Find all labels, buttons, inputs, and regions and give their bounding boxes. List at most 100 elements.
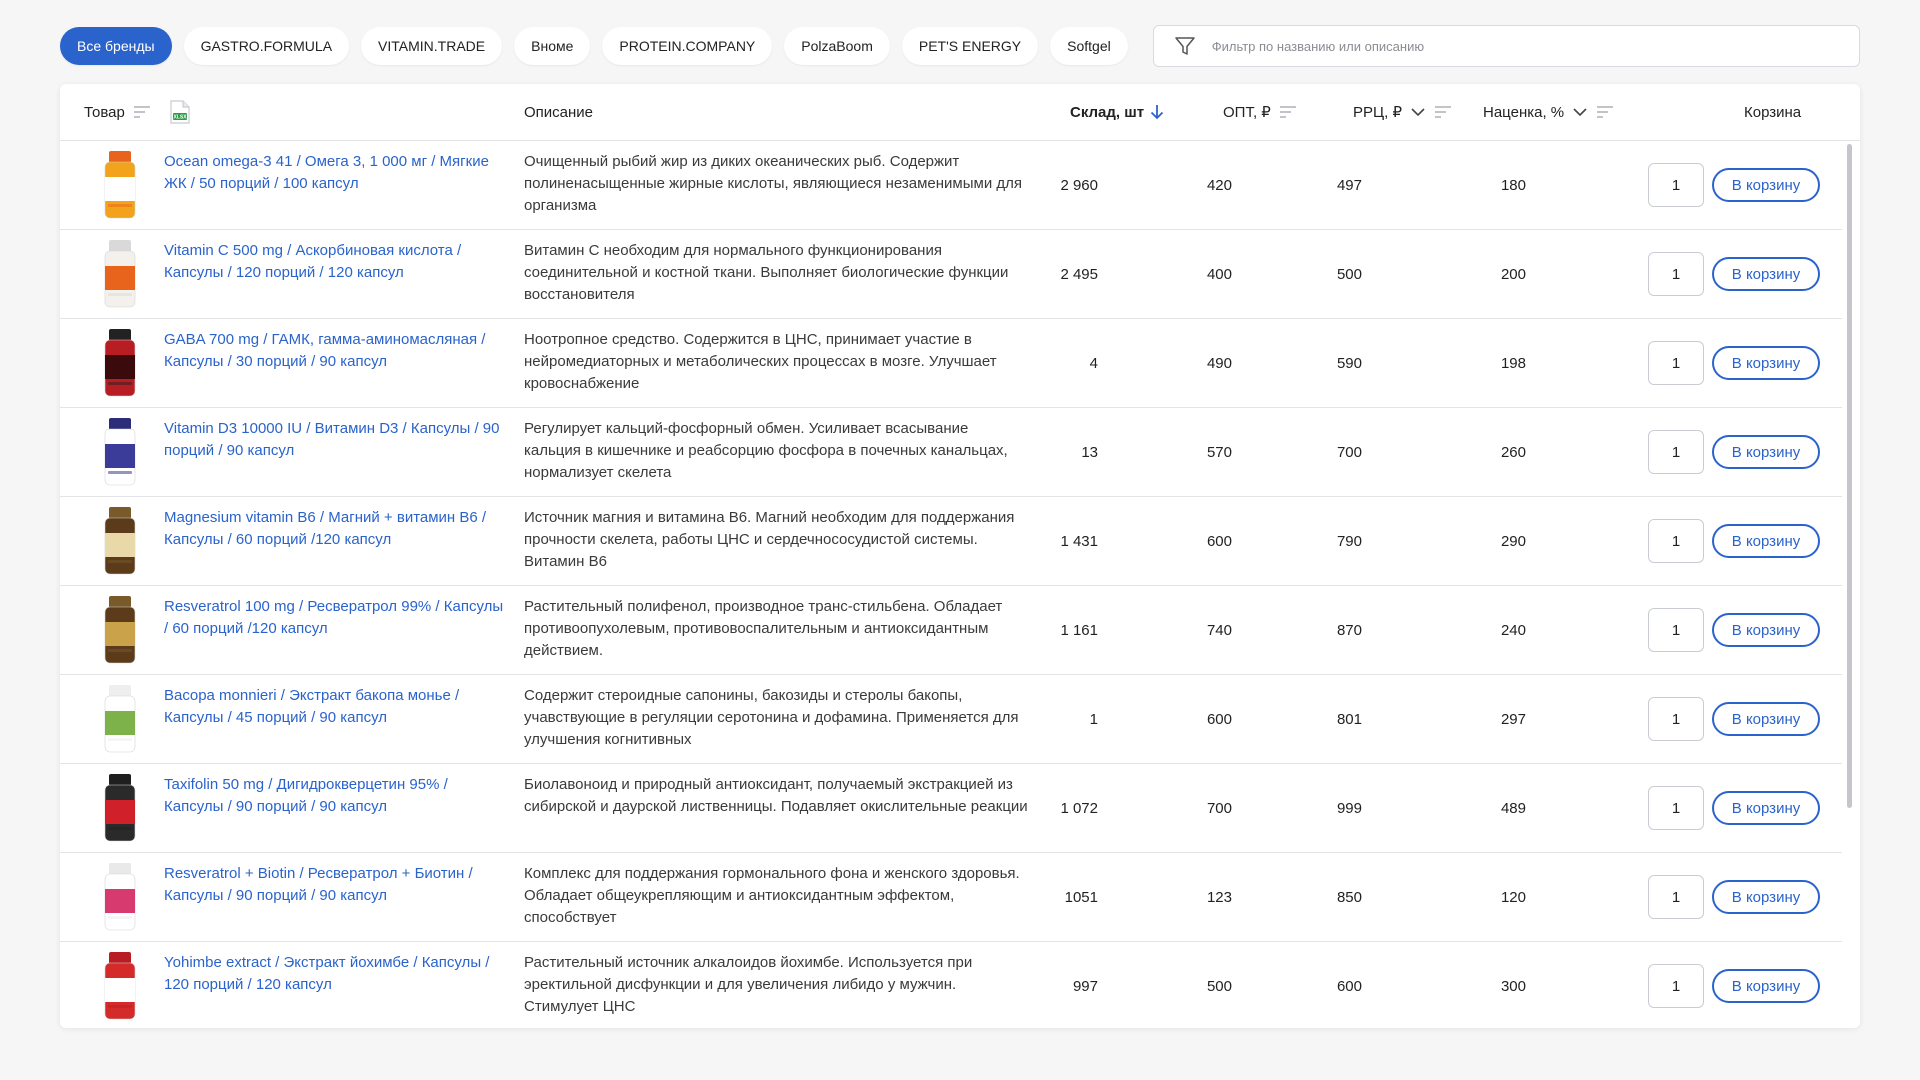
header-markup[interactable]: Наценка, % — [1483, 84, 1614, 140]
add-to-cart-button[interactable]: В корзину — [1712, 791, 1820, 825]
product-name-link[interactable]: GABA 700 mg / ГАМК, гамма-аминомасляная … — [164, 329, 509, 373]
add-to-cart-button[interactable]: В корзину — [1712, 168, 1820, 202]
header-opt[interactable]: ОПТ, ₽ — [1223, 84, 1297, 140]
product-name-link[interactable]: Taxifolin 50 mg / Дигидрокверцетин 95% /… — [164, 774, 509, 818]
quantity-input[interactable] — [1648, 964, 1704, 1008]
opt-price: 500 — [1206, 977, 1232, 995]
stock-value: 997 — [1072, 977, 1098, 995]
header-opt-label: ОПТ, ₽ — [1223, 104, 1271, 121]
markup-value: 180 — [1500, 176, 1526, 194]
add-to-cart-button[interactable]: В корзину — [1712, 880, 1820, 914]
table-row: Magnesium vitamin B6 / Магний + витамин … — [60, 497, 1842, 586]
funnel-icon — [1174, 37, 1195, 55]
add-to-cart-button[interactable]: В корзину — [1712, 346, 1820, 380]
sort-lines-icon[interactable] — [1434, 105, 1452, 119]
brand-filter-bar: Все бренды GASTRO.FORMULA VITAMIN.TRADE Вно… — [60, 24, 1860, 68]
scrollbar[interactable] — [1844, 142, 1854, 1026]
table-row: Bacopa monnieri / Экстракт бакопа монье … — [60, 675, 1842, 764]
markup-value: 240 — [1500, 621, 1526, 639]
quantity-input[interactable] — [1648, 163, 1704, 207]
markup-value: 300 — [1500, 977, 1526, 995]
header-rrc[interactable]: РРЦ, ₽ — [1353, 84, 1452, 140]
markup-value: 198 — [1500, 354, 1526, 372]
yohimbe-bottle-icon — [104, 952, 136, 1020]
opt-price: 600 — [1206, 710, 1232, 728]
brand-chip[interactable]: VITAMIN.TRADE — [361, 27, 503, 65]
header-product[interactable]: Товар XLSX — [84, 84, 191, 140]
product-name-link[interactable]: Resveratrol + Biotin / Ресвератрол + Био… — [164, 863, 509, 907]
brand-chip[interactable]: PolzaBoom — [784, 27, 890, 65]
quantity-input[interactable] — [1648, 608, 1704, 652]
product-name-link[interactable]: Bacopa monnieri / Экстракт бакопа монье … — [164, 685, 509, 729]
product-name-link[interactable]: Ocean omega-3 41 / Омега 3, 1 000 мг / М… — [164, 151, 509, 195]
product-name-link[interactable]: Magnesium vitamin B6 / Магний + витамин … — [164, 507, 509, 551]
product-name-link[interactable]: Vitamin C 500 mg / Аскорбиновая кислота … — [164, 240, 509, 284]
sort-lines-icon[interactable] — [1279, 105, 1297, 119]
vitamin-c-bottle-icon — [104, 240, 136, 308]
sort-lines-icon[interactable] — [1596, 105, 1614, 119]
product-name-link[interactable]: Yohimbe extract / Экстракт йохимбе / Кап… — [164, 952, 509, 996]
product-name-link[interactable]: Vitamin D3 10000 IU / Витамин D3 / Капсу… — [164, 418, 509, 462]
gaba-bottle-icon — [104, 329, 136, 397]
stock-value: 1051 — [1064, 888, 1098, 906]
add-to-cart-button[interactable]: В корзину — [1712, 613, 1820, 647]
stock-value: 13 — [1081, 443, 1098, 461]
table-row: GABA 700 mg / ГАМК, гамма-аминомасляная … — [60, 319, 1842, 408]
rrc-price: 590 — [1336, 354, 1362, 372]
header-stock[interactable]: Склад, шт — [1070, 84, 1166, 140]
opt-price: 700 — [1206, 799, 1232, 817]
quantity-input[interactable] — [1648, 341, 1704, 385]
add-to-cart-button[interactable]: В корзину — [1712, 702, 1820, 736]
header-description-label: Описание — [524, 103, 594, 121]
table-row: Vitamin D3 10000 IU / Витамин D3 / Капсу… — [60, 408, 1842, 497]
opt-price: 490 — [1206, 354, 1232, 372]
magnesium-bottle-icon — [104, 507, 136, 575]
table-row: Vitamin C 500 mg / Аскорбиновая кислота … — [60, 230, 1842, 319]
quantity-input[interactable] — [1648, 875, 1704, 919]
add-to-cart-button[interactable]: В корзину — [1712, 524, 1820, 558]
opt-price: 400 — [1206, 265, 1232, 283]
arrow-down-icon[interactable] — [1148, 103, 1166, 121]
product-description: Ноотропное средство. Содержится в ЦНС, п… — [524, 331, 997, 392]
quantity-input[interactable] — [1648, 519, 1704, 563]
add-to-cart-button[interactable]: В корзину — [1712, 435, 1820, 469]
rrc-price: 500 — [1336, 265, 1362, 283]
chevron-down-icon[interactable] — [1410, 104, 1426, 120]
add-to-cart-button[interactable]: В корзину — [1712, 257, 1820, 291]
product-description: Источник магния и витамина В6. Магний не… — [524, 509, 1015, 570]
search-filter[interactable] — [1152, 25, 1860, 67]
brand-chip[interactable]: GASTRO.FORMULA — [183, 27, 350, 65]
xlsx-file-icon[interactable]: XLSX — [169, 100, 191, 124]
product-description: Витамин С необходим для нормального функ… — [524, 242, 1009, 303]
header-stock-label: Склад, шт — [1070, 103, 1145, 121]
chevron-down-icon[interactable] — [1572, 104, 1588, 120]
rrc-price: 497 — [1336, 176, 1362, 194]
brand-chip[interactable]: PROTEIN.COMPANY — [602, 27, 773, 65]
product-name-link[interactable]: Resveratrol 100 mg / Ресвератрол 99% / К… — [164, 596, 509, 640]
product-description: Комплекс для поддержания гормонального ф… — [524, 865, 1020, 926]
quantity-input[interactable] — [1648, 697, 1704, 741]
opt-price: 123 — [1206, 888, 1232, 906]
brand-chip[interactable]: Все бренды — [60, 27, 172, 65]
rrc-price: 801 — [1336, 710, 1362, 728]
quantity-input[interactable] — [1648, 252, 1704, 296]
scrollbar-thumb[interactable] — [1847, 144, 1852, 808]
brand-chip[interactable]: Softgel — [1050, 27, 1128, 65]
markup-value: 200 — [1500, 265, 1526, 283]
product-description: Биолавоноид и природный антиоксидант, по… — [524, 776, 1028, 815]
search-input[interactable] — [1209, 25, 1859, 67]
header-rrc-label: РРЦ, ₽ — [1353, 104, 1402, 121]
opt-price: 600 — [1206, 532, 1232, 550]
vitamin-d3-bottle-icon — [104, 418, 136, 486]
markup-value: 290 — [1500, 532, 1526, 550]
brand-chip[interactable]: PET'S ENERGY — [901, 27, 1039, 65]
stock-value: 2 495 — [1060, 265, 1098, 283]
quantity-input[interactable] — [1648, 430, 1704, 474]
quantity-input[interactable] — [1648, 786, 1704, 830]
markup-value: 297 — [1500, 710, 1526, 728]
brand-chip[interactable]: Вноме — [514, 27, 591, 65]
markup-value: 489 — [1500, 799, 1526, 817]
add-to-cart-button[interactable]: В корзину — [1712, 969, 1820, 1003]
sort-lines-icon[interactable] — [133, 105, 151, 119]
fish-oil-bottle-icon — [104, 151, 136, 219]
